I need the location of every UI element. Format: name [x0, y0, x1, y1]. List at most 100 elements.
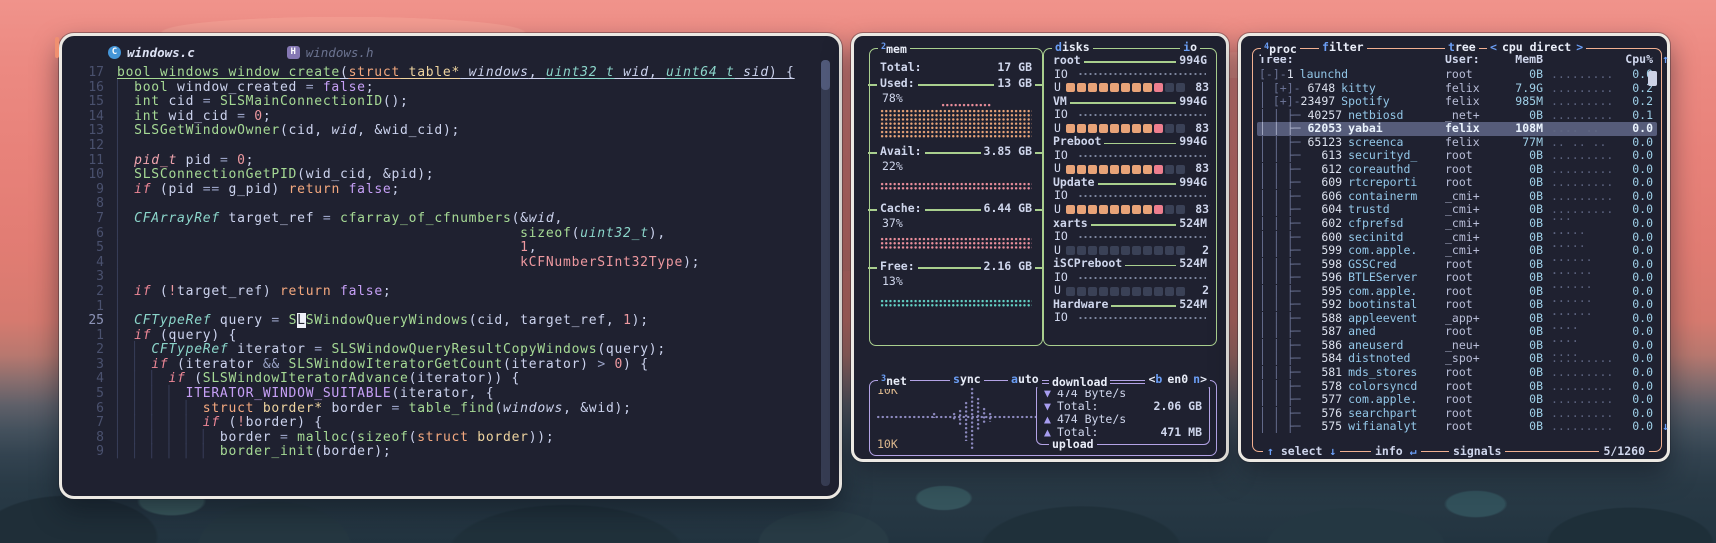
disk-list: root994GIOU837GVM994GIOU837GPreboot994GI… [1050, 54, 1210, 343]
info-button[interactable]: info ↵ [1371, 445, 1421, 459]
code-line[interactable]: 2 ▏ if (!target_ref) return false; [62, 283, 839, 300]
mem-title[interactable]: 2mem [878, 41, 910, 57]
mem-value: 2.16 GB [980, 259, 1035, 274]
process-row[interactable]: │ │ ├─ 576 searchpart root 0B......... 0.0 [1257, 406, 1657, 421]
code-line[interactable]: 15 ▏ int cid = SLSMainConnectionID(); [62, 94, 839, 110]
scrollbar-thumb[interactable] [821, 60, 830, 90]
code-text: ▏ sizeof(uint32_t), [117, 225, 666, 241]
proc-box: 4proc filter tree < cpu direct > Tree: Use… [1252, 40, 1669, 459]
disk-item: root994GIOU837G [1050, 54, 1210, 95]
code-line[interactable]: 25 ▏ CFTypeRef query = SLSWindowQueryWind… [62, 313, 839, 329]
process-row[interactable]: │ │ ├─ 584 distnoted _spo+ 0B......... 0.0 [1257, 352, 1657, 366]
filter-button[interactable]: filter [1319, 40, 1367, 55]
code-line[interactable]: 13 ▏ SLSGetWindowOwner(cid, wid, &wid_cid… [62, 124, 839, 139]
process-row[interactable]: │ │ ├─ 606 containerm _cmi+ 0B......... 0.0 [1257, 189, 1657, 204]
active-window-indicator-bar [55, 37, 59, 58]
line-number: 2 [96, 342, 104, 358]
code-line[interactable]: 10 ▏ SLSConnectionGetPID(wid_cid, &pid); [62, 167, 839, 183]
code-line[interactable]: 1 ▏ [62, 298, 839, 315]
header-spacer [1543, 53, 1613, 67]
code-line[interactable]: 5 ▏ ▏ ▏ ▏ ITERATOR_WINDOW_SUITABLE(iterat… [62, 386, 839, 402]
header-cpu[interactable]: Cpu% [1613, 52, 1653, 67]
code-line[interactable]: 7 ▏ CFArrayRef target_ref = cfarray_of_cf… [62, 211, 839, 227]
code-text: bool windows_window_create(struct table*… [117, 65, 795, 80]
select-buttons[interactable]: ↑ select ↓ [1263, 445, 1341, 459]
tree-toggle[interactable]: tree [1445, 40, 1479, 55]
disk-item: Preboot994GIOU837G [1050, 135, 1210, 176]
scroll-down-icon[interactable]: ↓ [1653, 420, 1669, 434]
scroll-up-icon[interactable]: ↑ [1653, 52, 1669, 67]
code-area[interactable]: 17 bool windows_window_create(struct tabl… [62, 65, 839, 460]
code-line[interactable]: 2 ▏ ▏ CFTypeRef iterator = SLSWindowQuery… [62, 342, 839, 358]
position-indicator: 5/1260 [1599, 445, 1649, 459]
tab-windows-c[interactable]: C windows.c [108, 45, 195, 60]
code-line[interactable]: 9 ▏ if (pid == g_pid) return false; [62, 182, 839, 198]
code-line[interactable]: 4 ▏ kCFNumberSInt32Type); [62, 254, 839, 271]
net-interface-selector[interactable]: <b en0 n> [1145, 372, 1210, 387]
code-text: ▏ SLSConnectionGetPID(wid_cid, &pid); [117, 167, 435, 183]
code-line[interactable]: 5 ▏ 1, [62, 240, 839, 256]
code-line[interactable]: 17 bool windows_window_create(struct tabl… [62, 65, 839, 81]
code-line[interactable]: 16 ▏ bool window_created = false; [62, 80, 839, 96]
net-sync-button[interactable]: sync [950, 372, 984, 387]
system-monitor-window: 2mem Total: 17 GB Used: 13 GB 78% Avail:… [851, 33, 1229, 462]
code-line[interactable]: 7 ▏ ▏ ▏ ▏ ▏ if (!border) { [62, 415, 839, 431]
tab-label: windows.c [127, 44, 195, 60]
line-number: 12 [88, 137, 104, 153]
process-row[interactable]: │ │ ├─ 609 rtcreporti root 0B......... 0.0 [1257, 176, 1657, 190]
signals-button[interactable]: signals [1449, 445, 1506, 459]
line-number: 5 [96, 240, 104, 256]
mem-used-row: Used: 13 GB [868, 76, 1044, 91]
code-text: ▏ ▏ CFTypeRef iterator = SLSWindowQueryR… [117, 342, 666, 358]
code-line[interactable]: 12 ▏ [62, 137, 839, 154]
code-line[interactable]: 8 ▏ [62, 197, 839, 212]
code-line[interactable]: 11 ▏ pid_t pid = 0; [62, 153, 839, 169]
process-row[interactable]: │ │ ├─ 586 aneuserd _neu+ 0B.... .... 0.0 [1257, 332, 1657, 358]
tab-windows-h[interactable]: H windows.h [286, 45, 373, 60]
disks-title[interactable]: disks [1052, 40, 1093, 55]
proc-title[interactable]: 4proc [1261, 41, 1300, 57]
process-row[interactable]: │ │ ├─ 581 mds_stores root 0B......... 0.0 [1257, 365, 1657, 380]
proc-scrollbar-thumb[interactable] [1648, 71, 1657, 86]
line-number: 17 [88, 65, 104, 80]
c-file-icon: C [108, 45, 121, 59]
mem-used-graph [880, 103, 1032, 139]
process-row[interactable]: │ │ ├─ 62053 yabai felix 108M.... .. 0.0 [1257, 122, 1657, 136]
download-title: download [1049, 375, 1111, 390]
code-text: ▏ ▏ ▏ ▏ ITERATOR_WINDOW_SUITABLE(iterato… [117, 386, 495, 402]
editor-window: C windows.c H windows.h 17 bool windows_w… [59, 33, 842, 499]
line-number: 5 [96, 386, 104, 402]
process-row[interactable]: │ │ ├─ 65123 screenca felix 77M.. .. .. 0.0 [1257, 135, 1657, 150]
process-row[interactable]: │ [+]- 6748 kitty felix 7.9G......... 0.2 [1257, 81, 1657, 96]
io-title[interactable]: io [1180, 40, 1200, 55]
code-text: ▏ [117, 298, 126, 314]
line-number: 4 [96, 254, 104, 270]
code-text: ▏ int cid = SLSMainConnectionID(); [117, 94, 409, 110]
network-rates-box: download upload ▼ 474 Byte/s ▼ Total: 2.… [1036, 375, 1210, 452]
net-title[interactable]: 3net [878, 373, 910, 389]
disks-box: disks io root994GIOU837GVM994GIOU837GPre… [1043, 40, 1217, 346]
editor-scrollbar[interactable] [821, 60, 830, 486]
line-number: 2 [96, 283, 104, 299]
process-row[interactable]: │ │ ├─ 578 colorsyncd root 0B......... 0.0 [1257, 379, 1657, 394]
code-line[interactable]: 4 ▏ ▏ ▏ if (SLSWindowIteratorAdvance(iter… [62, 372, 839, 387]
header-user[interactable]: User: [1445, 52, 1495, 67]
code-line[interactable]: 6 ▏ sizeof(uint32_t), [62, 225, 839, 242]
code-line[interactable]: 9 ▏ ▏ ▏ ▏ ▏ ▏ border_init(border); [62, 445, 839, 460]
process-row[interactable]: │ │ ├─ 40257 netbiosd _net+ 0B......... 0.1 [1257, 108, 1657, 123]
line-number: 8 [96, 196, 104, 212]
code-text: ▏ [117, 269, 126, 285]
code-line[interactable]: 3 ▏ [62, 270, 839, 285]
process-row[interactable]: │ │ ├─ 613 securityd_ root 0B......... 0.0 [1257, 149, 1657, 163]
mem-free-graph [880, 299, 1032, 308]
mem-cache-percent: 37% [882, 216, 903, 230]
net-auto-button[interactable]: auto [1008, 372, 1042, 387]
process-row[interactable]: [-]-1 launchd root 0B......... 0.0 [1257, 67, 1657, 82]
process-row[interactable]: │ [+]-23497 Spotify felix 985M......... 0.2 [1257, 95, 1657, 109]
process-row[interactable]: │ │ ├─ 577 com.apple. root 0B......... 0.0 [1257, 393, 1657, 407]
process-row[interactable]: │ │ ├─ 575 wifianalyt root 0B......... 0.0 ↓ [1257, 420, 1669, 434]
process-row[interactable]: │ │ ├─ 612 coreauthd root 0B......... 0.0 [1257, 162, 1657, 177]
cpu-sort-selector[interactable]: < cpu direct > [1487, 40, 1587, 55]
h-file-icon: H [286, 45, 300, 59]
header-mem[interactable]: MemB [1495, 52, 1543, 67]
